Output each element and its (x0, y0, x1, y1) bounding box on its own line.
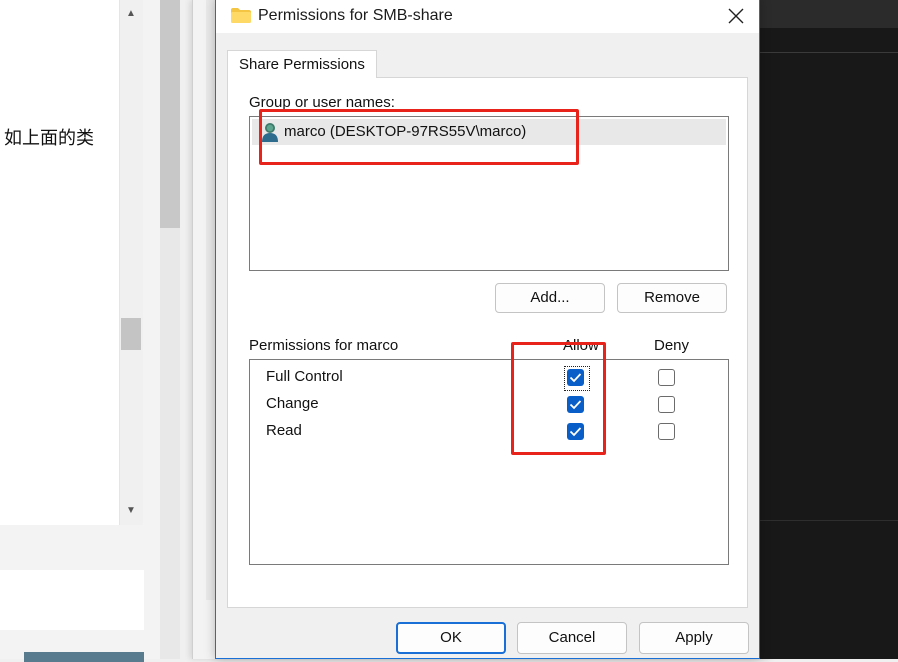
dark-window (760, 0, 898, 659)
permission-row: Read (250, 420, 728, 446)
remove-button[interactable]: Remove (617, 283, 727, 313)
dialog-title: Permissions for SMB-share (258, 7, 453, 24)
document-text: 如上面的类 (4, 128, 94, 149)
input-box[interactable] (0, 570, 144, 630)
folder-icon (231, 8, 251, 23)
deny-checkbox[interactable] (658, 423, 675, 440)
apply-button[interactable]: Apply (639, 622, 749, 654)
divider (760, 52, 898, 53)
permission-label: Full Control (266, 368, 343, 385)
scrollbar-thumb[interactable] (121, 318, 141, 350)
permission-label: Read (266, 422, 302, 439)
dark-window-titlebar (760, 0, 898, 28)
permission-label: Change (266, 395, 319, 412)
dialog-titlebar[interactable]: Permissions for SMB-share (216, 0, 759, 33)
tab-share-permissions[interactable]: Share Permissions (227, 50, 377, 78)
permissions-list: Full Control Change Read (249, 359, 729, 565)
deny-checkbox[interactable] (658, 369, 675, 386)
bottom-button[interactable] (24, 652, 144, 662)
deny-checkbox[interactable] (658, 396, 675, 413)
scroll-down-icon[interactable]: ▼ (126, 505, 136, 516)
permission-row: Change (250, 393, 728, 419)
tab-label: Share Permissions (239, 56, 365, 73)
add-button[interactable]: Add... (495, 283, 605, 313)
ok-button[interactable]: OK (396, 622, 506, 654)
background-page: 如上面的类 ▲ ▼ (0, 0, 160, 662)
document-area: 如上面的类 (0, 0, 120, 525)
divider (760, 520, 898, 521)
close-icon (728, 8, 744, 24)
deny-header: Deny (654, 337, 690, 354)
scroll-up-icon[interactable]: ▲ (126, 8, 136, 19)
middle-scrollbar-thumb[interactable] (160, 0, 180, 228)
cancel-button[interactable]: Cancel (517, 622, 627, 654)
close-button[interactable] (713, 0, 759, 33)
annotation-user-highlight (259, 109, 579, 165)
annotation-allow-highlight (511, 342, 606, 455)
vertical-scrollbar[interactable]: ▲ ▼ (119, 0, 143, 525)
permissions-dialog: Permissions for SMB-share Share Permissi… (215, 0, 760, 659)
permission-row: Full Control (250, 366, 728, 392)
permissions-label: Permissions for marco (249, 337, 399, 354)
